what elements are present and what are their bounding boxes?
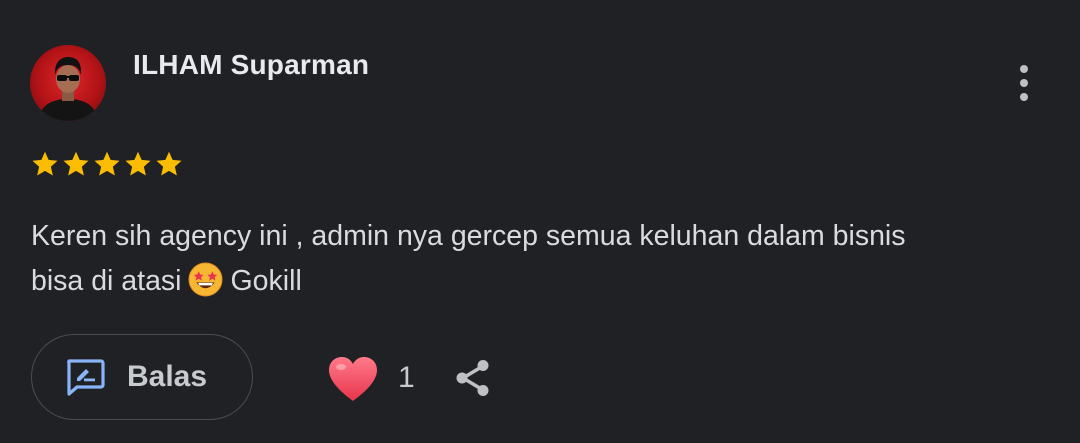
more-vertical-icon — [1020, 65, 1028, 73]
heart-icon[interactable] — [327, 355, 379, 403]
reply-label: Balas — [127, 360, 208, 393]
star-struck-emoji-icon — [188, 262, 223, 297]
review-text: Keren sih agency ini , admin nya gercep … — [31, 214, 1061, 304]
like-count: 1 — [398, 361, 415, 394]
star-icon — [156, 151, 182, 176]
share-icon[interactable] — [452, 357, 494, 399]
review-text-segment: Gokill — [230, 265, 302, 297]
author-name[interactable]: ILHAM Suparman — [133, 49, 369, 81]
more-vertical-icon-dot — [1020, 79, 1028, 87]
review-text-line: Keren sih agency ini , admin nya gercep … — [31, 220, 906, 252]
star-icon — [94, 151, 120, 176]
reply-button[interactable]: Balas — [31, 334, 253, 420]
star-rating — [30, 149, 184, 179]
avatar[interactable] — [30, 45, 106, 121]
star-icon — [32, 151, 58, 176]
review-text-segment: bisa di atasi — [31, 265, 182, 297]
star-icon — [63, 151, 89, 176]
review-text-line: bisa di atasi Gokill — [31, 259, 1061, 304]
review-card: ILHAM Suparman Keren sih agency ini , ad… — [0, 0, 1080, 443]
reply-icon — [67, 359, 105, 396]
more-vertical-icon-dot — [1020, 93, 1028, 101]
more-options-button[interactable] — [1006, 60, 1042, 106]
person-avatar-icon — [38, 57, 98, 121]
star-icon — [125, 151, 151, 176]
